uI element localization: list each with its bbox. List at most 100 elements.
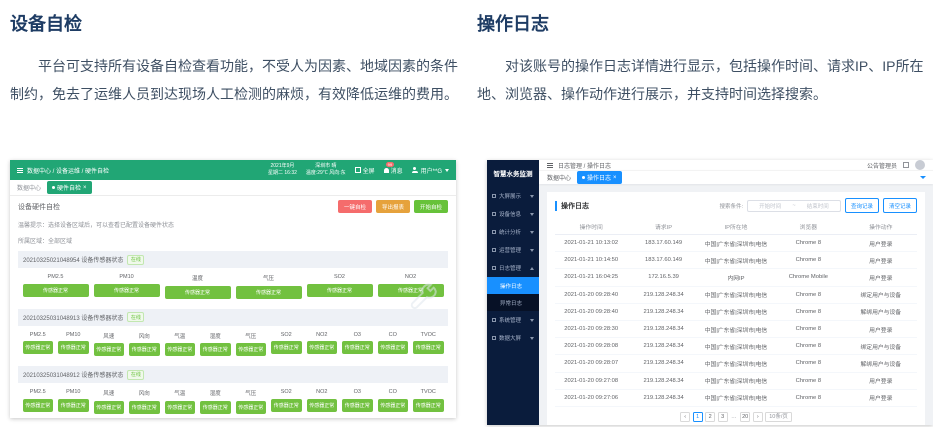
table-cell: 用户登录 <box>845 235 917 252</box>
sensor-status-button[interactable]: 传感器正常 <box>94 284 160 297</box>
action-button[interactable]: 导出报表 <box>376 200 410 213</box>
clear-button[interactable]: 清空记录 <box>883 198 917 213</box>
tab-close-icon[interactable]: × <box>613 175 617 181</box>
sensor-status-button[interactable]: 传感器正常 <box>236 286 302 299</box>
tab-close-icon[interactable]: × <box>83 185 87 191</box>
sensor-status-button[interactable]: 传感器正常 <box>165 401 196 414</box>
sensor-status-button[interactable]: 传感器正常 <box>200 343 231 356</box>
sensor-status-button[interactable]: 传感器正常 <box>165 343 196 356</box>
table-row: 2021-01-20 09:28:40219.128.248.34中国|广东省|… <box>555 303 917 320</box>
fullscreen-button[interactable]: 全屏 <box>355 166 375 175</box>
date-range-input[interactable]: 开始时间 ~ 结束时间 <box>747 200 841 212</box>
sensor-row: PM2.5传感器正常PM10传感器正常风速传感器正常风向传感器正常气温传感器正常… <box>18 326 448 361</box>
sensor-status-button[interactable]: 传感器正常 <box>413 399 444 412</box>
sensor-label: PM2.5 <box>20 386 56 399</box>
page-size-select[interactable]: 10条/页 <box>765 412 792 422</box>
pagination-next[interactable]: › <box>753 412 763 422</box>
region-filter[interactable]: 所属区域：全部区域 <box>18 236 448 245</box>
panel-title: 设备硬件自检 <box>18 202 60 212</box>
sidebar-item[interactable]: 日志管理 <box>487 259 539 277</box>
app-header: 数据中心 / 设备运维 / 硬件自检 2021年9月 星期二 16:32 深圳市… <box>10 160 456 180</box>
sensor-status-button[interactable]: 传感器正常 <box>378 341 409 354</box>
sensor-status-button[interactable]: 传感器正常 <box>271 341 302 354</box>
top-bar: 日志管理 / 操作日志 公告管理员 <box>539 160 933 170</box>
sensor-status-button[interactable]: 传感器正常 <box>307 341 338 354</box>
sensor-label: CO <box>375 329 411 342</box>
sensor-status-button[interactable]: 传感器正常 <box>23 284 89 297</box>
sensor-status-button[interactable]: 传感器正常 <box>129 401 160 414</box>
query-button[interactable]: 查询记录 <box>845 198 879 213</box>
chevron-down-icon <box>445 169 449 172</box>
sensor-status-button[interactable]: 传感器正常 <box>236 343 267 356</box>
tab-active[interactable]: 硬件自检× <box>47 181 92 194</box>
table-cell: 219.128.248.34 <box>627 372 699 389</box>
left-doc-section: 设备自检 平台可支持所有设备自检查看功能，不受人为因素、地域因素的条件制约，免去… <box>10 10 462 108</box>
end-date-placeholder: 结束时间 <box>807 202 829 210</box>
sensor-status-button[interactable]: 传感器正常 <box>307 399 338 412</box>
device-group-list: 20210325021048954 设备传感器状态在线PM2.5传感器正常PM1… <box>18 251 448 418</box>
fullscreen-icon[interactable] <box>903 162 909 168</box>
table-cell: 219.128.248.34 <box>627 389 699 406</box>
sidebar-subitem[interactable]: 操作日志 <box>487 277 539 294</box>
sensor-status-button[interactable]: 传感器正常 <box>271 399 302 412</box>
device-group-title: 20210325021048954 设备传感器状态 <box>23 255 123 264</box>
sensor-status-button[interactable]: 传感器正常 <box>307 284 373 297</box>
page-title: 操作日志 <box>477 10 927 36</box>
sensor-label: O3 <box>340 386 376 399</box>
sensor-status-button[interactable]: 传感器正常 <box>342 399 373 412</box>
sensor-status-button[interactable]: 传感器正常 <box>94 343 125 356</box>
sensor-cell: CO传感器正常 <box>375 329 411 357</box>
sensor-status-button[interactable]: 传感器正常 <box>200 401 231 414</box>
pagination-page[interactable]: 2 <box>705 412 715 422</box>
action-button[interactable]: 一键自检 <box>338 200 372 213</box>
user-menu[interactable]: 用户**G <box>412 166 449 175</box>
sensor-status-button[interactable]: 传感器正常 <box>236 401 267 414</box>
tab-active[interactable]: 操作日志× <box>577 171 622 184</box>
chevron-down-icon <box>530 195 534 198</box>
pagination-page[interactable]: 20 <box>740 412 750 422</box>
table-cell: Chrome 8 <box>772 389 844 406</box>
notifications-button[interactable]: 消息 99 <box>384 166 403 175</box>
sidebar-subitem[interactable]: 异常日志 <box>487 294 539 311</box>
breadcrumb: 日志管理 / 操作日志 <box>558 161 611 170</box>
sidebar-item[interactable]: 系统管理 <box>487 311 539 329</box>
tab-item[interactable]: 数据中心 <box>547 173 571 182</box>
sensor-status-button[interactable]: 传感器正常 <box>23 341 54 354</box>
pagination-page[interactable]: 1 <box>693 412 703 422</box>
content-area: 操作日志 搜索条件: 开始时间 ~ 结束时间 查询记录 清空记录 <box>539 184 933 425</box>
chevron-down-icon[interactable] <box>920 176 926 179</box>
log-card: 操作日志 搜索条件: 开始时间 ~ 结束时间 查询记录 清空记录 <box>547 192 925 425</box>
sensor-status-button[interactable]: 传感器正常 <box>58 341 89 354</box>
menu-item-icon <box>492 248 496 252</box>
sensor-status-button[interactable]: 传感器正常 <box>165 286 231 299</box>
sensor-cell: NO2传感器正常 <box>304 386 340 414</box>
tab-item[interactable]: 数据中心 <box>17 183 41 192</box>
sensor-status-button[interactable]: 传感器正常 <box>342 341 373 354</box>
avatar[interactable] <box>915 160 925 170</box>
sidebar-item-label: 日志管理 <box>499 264 521 272</box>
sensor-status-button[interactable]: 传感器正常 <box>413 341 444 354</box>
sidebar-item[interactable]: 设备信息 <box>487 205 539 223</box>
pagination-prev[interactable]: ‹ <box>680 412 690 422</box>
hamburger-icon[interactable] <box>17 170 23 171</box>
section-paragraph: 平台可支持所有设备自检查看功能，不受人为因素、地域因素的条件制约，免去了运维人员… <box>10 52 462 108</box>
pagination-page[interactable]: 3 <box>718 412 728 422</box>
sidebar-item[interactable]: 大屏展示 <box>487 187 539 205</box>
sidebar-item[interactable]: 运营管理 <box>487 241 539 259</box>
sensor-status-button[interactable]: 传感器正常 <box>58 399 89 412</box>
sensor-status-button[interactable]: 传感器正常 <box>94 401 125 414</box>
sidebar-item[interactable]: 统计分析 <box>487 223 539 241</box>
sensor-cell: PM10传感器正常 <box>56 329 92 357</box>
sensor-status-button[interactable]: 传感器正常 <box>129 343 160 356</box>
sensor-status-button[interactable]: 传感器正常 <box>378 399 409 412</box>
sensor-label: SO2 <box>269 329 305 342</box>
sensor-status-button[interactable]: 传感器正常 <box>23 399 54 412</box>
sidebar-item[interactable]: 数据大屏 <box>487 329 539 347</box>
table-row: 2021-01-20 09:28:40219.128.248.34中国|广东省|… <box>555 286 917 303</box>
device-group: 20210325031048912 设备传感器状态在线PM2.5传感器正常PM1… <box>18 366 448 418</box>
hamburger-icon[interactable] <box>547 165 553 166</box>
action-button[interactable]: 开始自检 <box>414 200 448 213</box>
device-group-title: 20210325031048912 设备传感器状态 <box>23 370 123 379</box>
sensor-cell: PM2.5传感器正常 <box>20 329 56 357</box>
log-table: 操作时间请求IPIP所在地浏览器操作动作 2021-01-21 10:13:02… <box>555 218 917 407</box>
